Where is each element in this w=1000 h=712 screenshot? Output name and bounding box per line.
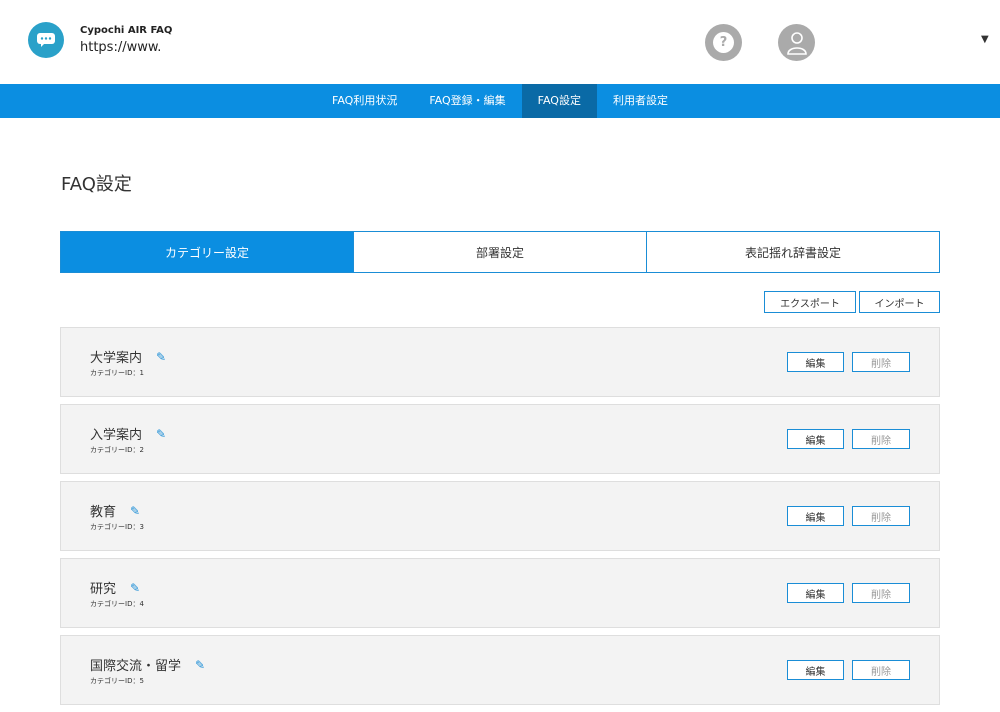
category-name: 大学案内 bbox=[90, 351, 143, 366]
category-name: 研究 bbox=[90, 582, 117, 597]
chat-bubble-icon bbox=[28, 22, 64, 58]
nav-item-faq-usage[interactable]: FAQ利用状況 bbox=[316, 84, 413, 118]
edit-button[interactable]: 編集 bbox=[787, 429, 844, 449]
category-card: 研究 ✎ カテゴリーID：4 編集 削除 bbox=[60, 558, 940, 628]
delete-button[interactable]: 削除 bbox=[852, 429, 910, 449]
category-id: カテゴリーID：5 bbox=[90, 677, 144, 685]
pencil-icon[interactable]: ✎ bbox=[130, 504, 140, 518]
pencil-icon[interactable]: ✎ bbox=[130, 581, 140, 595]
category-card: 教育 ✎ カテゴリーID：3 編集 削除 bbox=[60, 481, 940, 551]
nav-item-user-settings[interactable]: 利用者設定 bbox=[597, 84, 684, 118]
category-list: 大学案内 ✎ カテゴリーID：1 編集 削除 入学案内 ✎ カテゴリーID：2 編集… bbox=[60, 327, 940, 712]
nav-item-faq-edit[interactable]: FAQ登録・編集 bbox=[413, 84, 521, 118]
category-card: 国際交流・留学 ✎ カテゴリーID：5 編集 削除 bbox=[60, 635, 940, 705]
tab-department-settings[interactable]: 部署設定 bbox=[353, 232, 646, 272]
caret-down-icon[interactable]: ▼ bbox=[981, 34, 989, 45]
app-header: Cypochi AIR FAQ https://www. ? ▼ bbox=[0, 0, 1000, 84]
edit-button[interactable]: 編集 bbox=[787, 583, 844, 603]
category-name: 国際交流・留学 bbox=[90, 659, 182, 674]
tab-category-settings[interactable]: カテゴリー設定 bbox=[61, 232, 353, 272]
edit-button[interactable]: 編集 bbox=[787, 660, 844, 680]
tab-synonym-dictionary-settings[interactable]: 表記揺れ辞書設定 bbox=[646, 232, 939, 272]
user-icon bbox=[786, 31, 807, 55]
question-icon: ? bbox=[713, 32, 734, 53]
category-name: 教育 bbox=[90, 505, 117, 520]
pencil-icon[interactable]: ✎ bbox=[156, 350, 166, 364]
export-button[interactable]: エクスポート bbox=[764, 291, 856, 313]
delete-button[interactable]: 削除 bbox=[852, 506, 910, 526]
pencil-icon[interactable]: ✎ bbox=[195, 658, 205, 672]
page-title: FAQ設定 bbox=[61, 174, 132, 195]
category-card: 大学案内 ✎ カテゴリーID：1 編集 削除 bbox=[60, 327, 940, 397]
edit-button[interactable]: 編集 bbox=[787, 352, 844, 372]
category-id: カテゴリーID：4 bbox=[90, 600, 144, 608]
delete-button[interactable]: 削除 bbox=[852, 583, 910, 603]
delete-button[interactable]: 削除 bbox=[852, 352, 910, 372]
help-button[interactable]: ? bbox=[705, 24, 742, 61]
pencil-icon[interactable]: ✎ bbox=[156, 427, 166, 441]
user-menu-button[interactable] bbox=[778, 24, 815, 61]
settings-tabs: カテゴリー設定 部署設定 表記揺れ辞書設定 bbox=[60, 231, 940, 273]
category-id: カテゴリーID：3 bbox=[90, 523, 144, 531]
delete-button[interactable]: 削除 bbox=[852, 660, 910, 680]
app-name: Cypochi AIR FAQ bbox=[80, 25, 173, 36]
category-card: 入学案内 ✎ カテゴリーID：2 編集 削除 bbox=[60, 404, 940, 474]
category-name: 入学案内 bbox=[90, 428, 143, 443]
main-nav: FAQ利用状況 FAQ登録・編集 FAQ設定 利用者設定 bbox=[0, 84, 1000, 118]
edit-button[interactable]: 編集 bbox=[787, 506, 844, 526]
nav-item-faq-settings[interactable]: FAQ設定 bbox=[521, 84, 597, 118]
category-id: カテゴリーID：2 bbox=[90, 446, 144, 454]
import-button[interactable]: インポート bbox=[859, 291, 940, 313]
category-id: カテゴリーID：1 bbox=[90, 369, 144, 377]
app-url: https://www. bbox=[80, 40, 162, 55]
